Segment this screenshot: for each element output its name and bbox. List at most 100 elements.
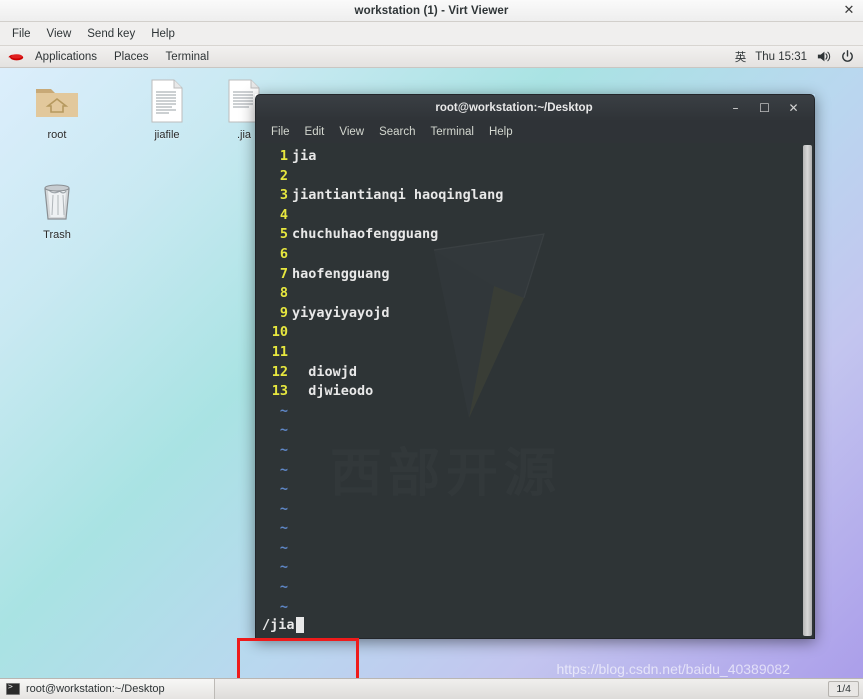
vim-tilde: ~ (279, 520, 288, 537)
desktop-icon-root[interactable]: root (18, 76, 96, 141)
vim-tilde-row: ~ (258, 578, 801, 598)
vim-line-number: 10 (271, 324, 288, 341)
vim-command-text: /jia (262, 617, 295, 633)
vim-tilde-row: ~ (258, 461, 801, 481)
vim-tilde: ~ (279, 559, 288, 576)
vim-tilde: ~ (279, 579, 288, 596)
vim-line-text: yiyayiyayojd (292, 304, 390, 321)
volume-icon[interactable] (816, 49, 831, 64)
vim-line: 9 yiyayiyayojd (258, 304, 801, 324)
vim-line-number: 11 (271, 343, 288, 360)
desktop-icon-jiafile[interactable]: jiafile (128, 76, 206, 141)
terminal-menu-search[interactable]: Search (372, 124, 422, 140)
terminal-menu-view[interactable]: View (332, 124, 371, 140)
panel-applications[interactable]: Applications (28, 49, 104, 65)
gnome-top-panel: Applications Places Terminal 英 Thu 15:31 (0, 46, 863, 68)
vim-tilde-row: ~ (258, 500, 801, 520)
workspace-switcher[interactable]: 1/4 (828, 681, 859, 697)
desktop-icon-label: root (47, 129, 67, 141)
terminal-menu-file[interactable]: File (264, 124, 297, 140)
trash-icon (18, 176, 96, 226)
virt-viewer-window: workstation (1) - Virt Viewer ✕ File Vie… (0, 0, 863, 699)
maximize-icon[interactable]: ☐ (758, 101, 771, 115)
vim-tilde: ~ (279, 402, 288, 419)
vim-editor[interactable]: 1 jia 2 3 jiantiantianqi haoqinglang 4 5 chuchu… (256, 143, 801, 638)
vim-line: 8 (258, 284, 801, 304)
terminal-menu-help[interactable]: Help (482, 124, 520, 140)
taskbar-window-button[interactable]: root@workstation:~/Desktop (0, 679, 215, 699)
terminal-menubar: File Edit View Search Terminal Help (255, 121, 815, 143)
taskbar-window-label: root@workstation:~/Desktop (26, 683, 165, 695)
vim-line: 12 diowjd (258, 363, 801, 383)
vim-line-number: 1 (279, 148, 288, 164)
desktop-icon-label: jiafile (154, 129, 180, 141)
panel-places[interactable]: Places (107, 49, 156, 65)
viewer-menu-send-key[interactable]: Send key (80, 26, 142, 42)
viewer-menu-help[interactable]: Help (144, 26, 182, 42)
vim-tilde-row: ~ (258, 539, 801, 559)
vim-tilde-column: ~ ~ ~ ~ ~ ~ ~ ~ ~ ~ ~ (258, 402, 801, 618)
vim-line-number: 13 (271, 383, 288, 400)
vim-tilde: ~ (279, 500, 288, 517)
panel-terminal[interactable]: Terminal (159, 49, 216, 65)
vim-line: 4 (258, 206, 801, 226)
vim-tilde: ~ (279, 422, 288, 439)
vim-line-number: 7 (279, 265, 288, 282)
vim-line-text: chuchuhaofengguang (292, 226, 439, 243)
vim-line-number: 6 (279, 245, 288, 262)
minimize-icon[interactable]: – (729, 101, 742, 115)
taskbar: root@workstation:~/Desktop 1/4 (0, 678, 863, 699)
vim-line-number: 3 (279, 187, 288, 204)
vim-tilde-row: ~ (258, 519, 801, 539)
vim-line-number: 4 (279, 206, 288, 223)
vim-line: 5 chuchuhaofengguang (258, 225, 801, 245)
vim-line-number: 12 (271, 363, 288, 380)
viewer-titlebar: workstation (1) - Virt Viewer ✕ (0, 0, 863, 22)
vim-line: 11 (258, 343, 801, 363)
desktop-icon-trash[interactable]: Trash (18, 176, 96, 241)
vim-line: 1 jia (258, 147, 801, 167)
terminal-titlebar: root@workstation:~/Desktop – ☐ ✕ (255, 94, 815, 121)
vim-line: 3 jiantiantianqi haoqinglang (258, 186, 801, 206)
vim-line-text: jia (292, 148, 317, 164)
vim-tilde-row: ~ (258, 480, 801, 500)
viewer-menu-view[interactable]: View (40, 26, 79, 42)
viewer-title: workstation (1) - Virt Viewer (354, 4, 509, 17)
vim-line-number: 2 (279, 167, 288, 184)
vim-command-line[interactable]: /jia (262, 617, 304, 633)
vim-line: 10 (258, 323, 801, 343)
vim-line-number: 8 (279, 285, 288, 302)
annotation-box (237, 638, 359, 678)
terminal-icon (6, 682, 20, 695)
vim-tilde: ~ (279, 539, 288, 556)
vim-line: 7 haofengguang (258, 265, 801, 285)
terminal-scrollbar[interactable] (801, 143, 814, 638)
vim-line: 6 (258, 245, 801, 265)
vim-tilde-row: ~ (258, 598, 801, 618)
input-method-indicator[interactable]: 英 (735, 49, 747, 65)
vim-line-text: jiantiantianqi haoqinglang (292, 187, 504, 204)
vim-line-text: djwieodo (292, 383, 374, 400)
close-icon[interactable]: ✕ (842, 3, 856, 18)
close-icon[interactable]: ✕ (787, 101, 800, 115)
desktop: root jiafile .jia Trash root@workstation… (0, 68, 863, 678)
viewer-menu-file[interactable]: File (5, 26, 38, 42)
guest-screen: Applications Places Terminal 英 Thu 15:31 (0, 46, 863, 699)
vim-tilde-row: ~ (258, 441, 801, 461)
terminal-body[interactable]: 西部开源 1 jia 2 3 jiantiantianqi haoqinglang 4 5 c… (255, 143, 815, 639)
power-icon[interactable] (840, 49, 855, 64)
vim-line-number: 9 (279, 304, 288, 321)
scrollbar-thumb[interactable] (803, 145, 812, 636)
vim-line: 13 djwieodo (258, 382, 801, 402)
terminal-menu-edit[interactable]: Edit (298, 124, 332, 140)
vim-tilde-row: ~ (258, 421, 801, 441)
vim-tilde: ~ (279, 441, 288, 458)
terminal-menu-terminal[interactable]: Terminal (424, 124, 481, 140)
vim-tilde: ~ (279, 598, 288, 615)
vim-tilde: ~ (279, 481, 288, 498)
vim-line-number: 5 (279, 226, 288, 243)
vim-line: 2 (258, 167, 801, 187)
text-cursor (295, 617, 304, 633)
clock[interactable]: Thu 15:31 (755, 51, 807, 63)
vim-lines: 1 jia 2 3 jiantiantianqi haoqinglang 4 5 chuchu… (258, 147, 801, 402)
